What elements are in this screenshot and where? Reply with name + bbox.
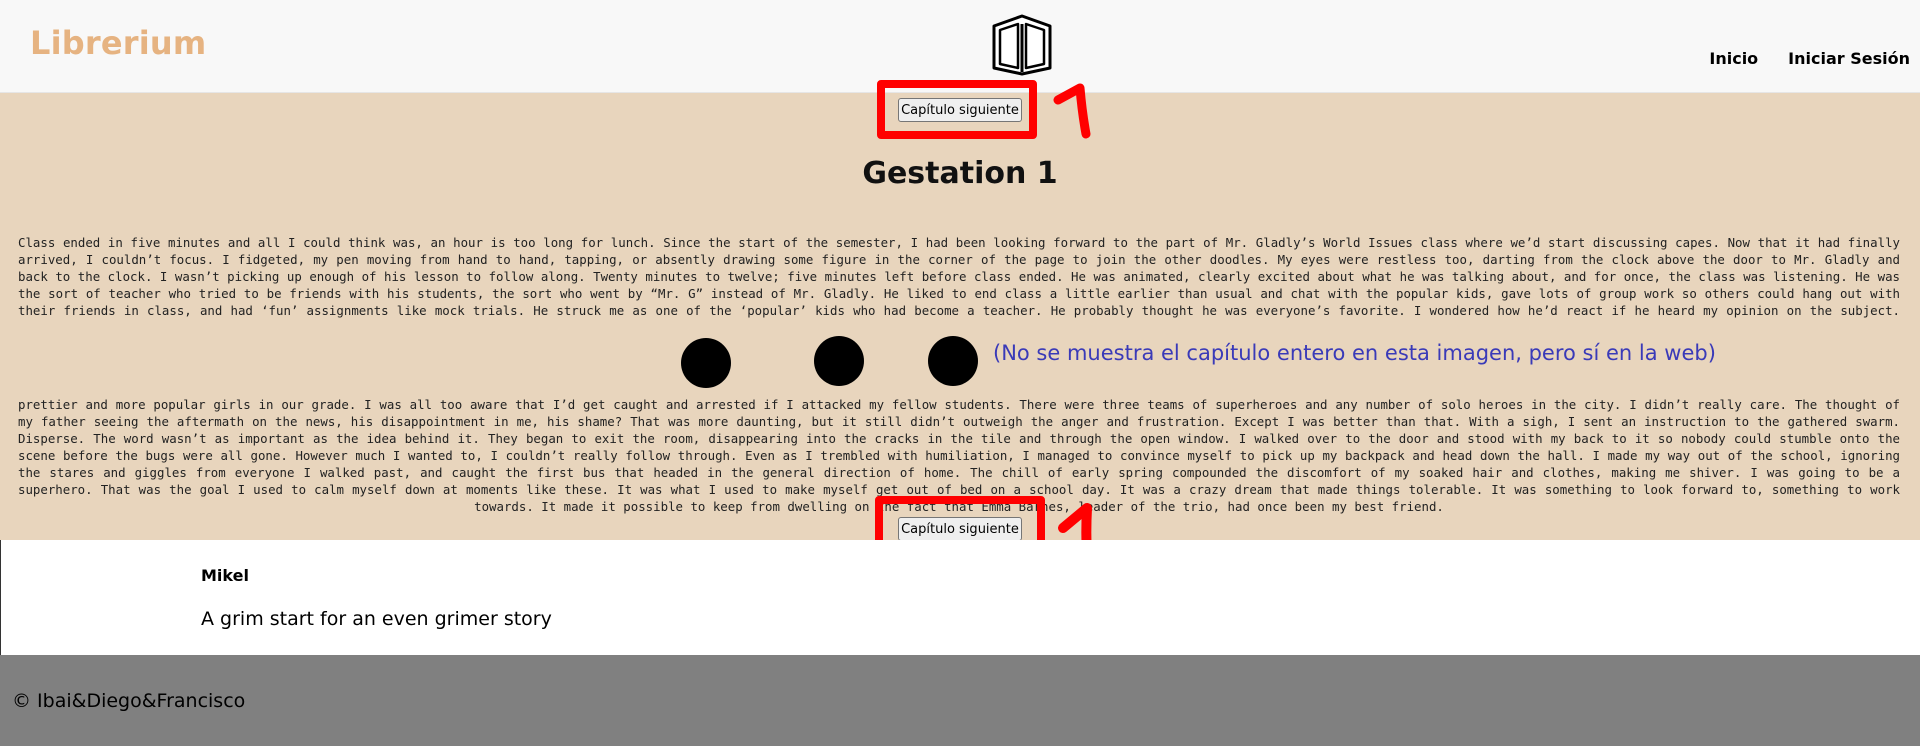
open-book-icon [992, 14, 1052, 76]
nav-link-login[interactable]: Iniciar Sesión [1788, 49, 1910, 68]
ellipsis-dot [681, 338, 731, 388]
brand-logo-text[interactable]: Librerium [30, 24, 206, 62]
footer [0, 655, 1920, 746]
highlight-box-top [877, 80, 1037, 139]
comment-card [0, 540, 1920, 655]
comment-author: Mikel [201, 566, 249, 585]
chapter-text: Class ended in five minutes and all I co… [18, 235, 1900, 318]
nav-links: Inicio Iniciar Sesión [1709, 49, 1910, 68]
nav-link-inicio[interactable]: Inicio [1709, 49, 1758, 68]
footer-copyright: © Ibai&Diego&Francisco [12, 690, 246, 712]
omission-note: (No se muestra el capítulo entero en est… [993, 341, 1716, 365]
annotation-number-one-mark [1053, 83, 1091, 139]
ellipsis-dot [814, 336, 864, 386]
ellipsis-dot [928, 336, 978, 386]
comment-body: A grim start for an even grimer story [201, 608, 552, 630]
chapter-title: Gestation 1 [862, 156, 1058, 191]
